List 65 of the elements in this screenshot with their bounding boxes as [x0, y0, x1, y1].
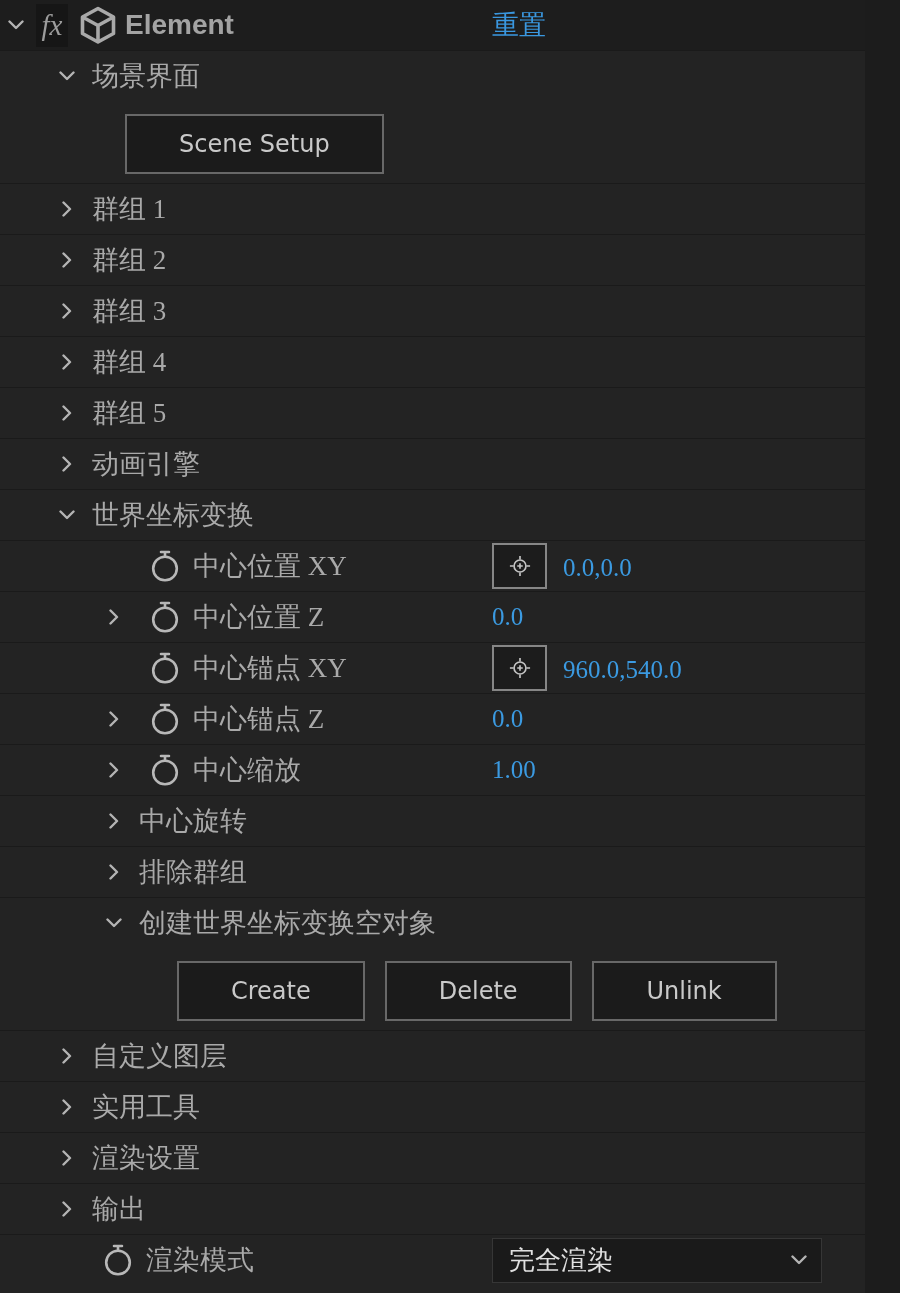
- chevron-down-icon[interactable]: [59, 510, 75, 520]
- chevron-right-icon[interactable]: [62, 1150, 72, 1166]
- value-text[interactable]: 960.0,540.0: [563, 655, 682, 685]
- value-text[interactable]: 0.0,0.0: [563, 553, 632, 583]
- chevron-right-icon[interactable]: [62, 405, 72, 421]
- chevron-right-icon[interactable]: [62, 1048, 72, 1064]
- group-label: 群组 3: [92, 294, 167, 328]
- caret-icon: [791, 1255, 807, 1265]
- value-text[interactable]: 0.0: [492, 704, 524, 734]
- action-button[interactable]: Scene Setup: [125, 114, 384, 174]
- property-label: 中心位置 Z: [193, 600, 325, 634]
- property-label: 中心锚点 Z: [193, 702, 325, 736]
- reset-link[interactable]: 重置: [492, 8, 546, 42]
- target-button[interactable]: [492, 645, 547, 691]
- group-label: 创建世界坐标变换空对象: [139, 906, 436, 940]
- action-button[interactable]: Delete: [384, 961, 572, 1021]
- stopwatch-icon[interactable]: [151, 601, 179, 633]
- cube-icon: [80, 6, 116, 44]
- effect-name: Element: [125, 9, 234, 41]
- mode-dropdown[interactable]: 完全渲染: [492, 1237, 822, 1283]
- group-label: 动画引擎: [92, 447, 200, 481]
- group-label: 场景界面: [92, 59, 200, 93]
- chevron-right-icon[interactable]: [109, 762, 119, 778]
- chevron-right-icon[interactable]: [62, 1099, 72, 1115]
- stopwatch-icon[interactable]: [151, 652, 179, 684]
- chevron-right-icon[interactable]: [62, 354, 72, 370]
- stopwatch-icon[interactable]: [104, 1244, 132, 1276]
- group-label: 世界坐标变换: [92, 498, 254, 532]
- group-label: 渲染设置: [92, 1141, 200, 1175]
- group-label: 群组 4: [92, 345, 167, 379]
- chevron-right-icon[interactable]: [62, 201, 72, 217]
- chevron-down-icon[interactable]: [8, 20, 24, 30]
- crosshair-icon: [508, 555, 531, 577]
- property-label: 中心缩放: [193, 753, 301, 787]
- crosshair-icon: [508, 657, 531, 679]
- action-button[interactable]: Create: [177, 961, 365, 1021]
- chevron-right-icon[interactable]: [109, 864, 119, 880]
- chevron-right-icon[interactable]: [62, 456, 72, 472]
- chevron-right-icon[interactable]: [109, 609, 119, 625]
- chevron-right-icon[interactable]: [62, 1201, 72, 1217]
- property-label: 渲染模式: [146, 1243, 254, 1277]
- chevron-right-icon[interactable]: [109, 813, 119, 829]
- group-label: 群组 1: [92, 192, 167, 226]
- chevron-down-icon[interactable]: [106, 918, 122, 928]
- group-label: 群组 2: [92, 243, 167, 277]
- group-label: 实用工具: [92, 1090, 200, 1124]
- group-label: 中心旋转: [139, 804, 247, 838]
- value-text[interactable]: 1.00: [492, 755, 536, 785]
- action-button[interactable]: Unlink: [591, 961, 777, 1021]
- group-label: 输出: [92, 1192, 146, 1226]
- chevron-right-icon[interactable]: [62, 303, 72, 319]
- group-label: 群组 5: [92, 396, 167, 430]
- property-label: 中心锚点 XY: [193, 651, 347, 685]
- target-button[interactable]: [492, 543, 547, 589]
- chevron-right-icon[interactable]: [109, 711, 119, 727]
- chevron-right-icon[interactable]: [62, 252, 72, 268]
- value-text[interactable]: 0.0: [492, 602, 524, 632]
- stopwatch-icon[interactable]: [151, 703, 179, 735]
- stopwatch-icon[interactable]: [151, 754, 179, 786]
- chevron-down-icon[interactable]: [59, 71, 75, 81]
- fx-badge: fx: [36, 3, 68, 47]
- group-label: 自定义图层: [92, 1039, 227, 1073]
- stopwatch-icon[interactable]: [151, 550, 179, 582]
- group-label: 排除群组: [139, 855, 247, 889]
- property-label: 中心位置 XY: [193, 549, 347, 583]
